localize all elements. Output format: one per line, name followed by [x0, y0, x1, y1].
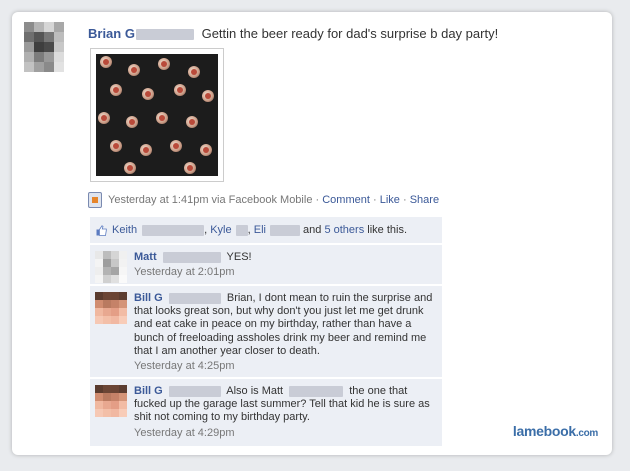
- comment-item: Matt YES! Yesterday at 2:01pm: [90, 244, 442, 284]
- separator: ,: [204, 224, 208, 236]
- post-meta: Yesterday at 1:41pm via Facebook Mobile …: [88, 192, 439, 208]
- redacted-name: [135, 29, 194, 41]
- watermark-main: lamebook: [512, 423, 576, 439]
- comment-link[interactable]: Comment: [322, 194, 370, 206]
- liker-link-2[interactable]: Kyle: [210, 224, 231, 236]
- separator: ·: [372, 194, 377, 206]
- comment-text: Also is Matt: [226, 385, 284, 397]
- redacted-name: [235, 224, 248, 236]
- comment-author-link[interactable]: Bill G: [134, 385, 163, 397]
- share-link[interactable]: Share: [410, 194, 439, 206]
- comment-body: Bill G Also is Matt the one that fucked …: [134, 385, 434, 440]
- redacted-name: [168, 385, 221, 397]
- liker-link-3[interactable]: Eli: [254, 224, 266, 236]
- likes-bar: Keith , Kyle , Eli and 5 others like thi…: [90, 217, 442, 243]
- mobile-upload-icon: [88, 192, 102, 208]
- thumbs-up-icon: [96, 224, 107, 236]
- watermark-suffix: .com: [575, 428, 598, 439]
- likes-and-text: and: [303, 224, 322, 236]
- post-timestamp[interactable]: Yesterday at 1:41pm via Facebook Mobile: [108, 194, 312, 206]
- like-link[interactable]: Like: [380, 194, 400, 206]
- commenter-avatar[interactable]: [95, 385, 127, 417]
- comment-timestamp[interactable]: Yesterday at 4:29pm: [134, 427, 434, 440]
- comment-author-link[interactable]: Bill G: [134, 292, 163, 304]
- redacted-name: [162, 251, 221, 263]
- comment-text: YES!: [226, 251, 252, 263]
- liker-link-1[interactable]: Keith: [112, 224, 137, 236]
- comment-timestamp[interactable]: Yesterday at 4:25pm: [134, 360, 434, 373]
- lamebook-watermark: lamebook.com: [513, 423, 598, 439]
- commenter-avatar[interactable]: [95, 251, 127, 283]
- poster-avatar[interactable]: [24, 22, 64, 72]
- beer-bottles-image: [96, 54, 218, 176]
- post-author-link[interactable]: Brian G: [88, 26, 135, 41]
- others-link[interactable]: 5 others: [324, 224, 364, 236]
- post-card: Brian G Gettin the beer ready for dad's …: [12, 12, 612, 455]
- post-photo[interactable]: [90, 48, 224, 182]
- comment-author-link[interactable]: Matt: [134, 251, 157, 263]
- redacted-name: [289, 385, 344, 397]
- status-text: Gettin the beer ready for dad's surprise…: [201, 26, 499, 41]
- comment-timestamp[interactable]: Yesterday at 2:01pm: [134, 266, 434, 279]
- comment-body: Bill G Brian, I dont mean to ruin the su…: [134, 292, 434, 373]
- status-line: Brian G Gettin the beer ready for dad's …: [88, 26, 498, 41]
- likes-suffix: like this.: [367, 224, 408, 236]
- comment-body: Matt YES! Yesterday at 2:01pm: [134, 251, 434, 279]
- redacted-name: [269, 224, 300, 236]
- separator: ·: [402, 194, 407, 206]
- comment-item: Bill G Brian, I dont mean to ruin the su…: [90, 285, 442, 377]
- redacted-name: [168, 292, 221, 304]
- commenter-avatar[interactable]: [95, 292, 127, 324]
- comment-item: Bill G Also is Matt the one that fucked …: [90, 378, 442, 446]
- separator: ·: [315, 194, 320, 206]
- redacted-name: [142, 224, 205, 236]
- separator: ,: [247, 224, 251, 236]
